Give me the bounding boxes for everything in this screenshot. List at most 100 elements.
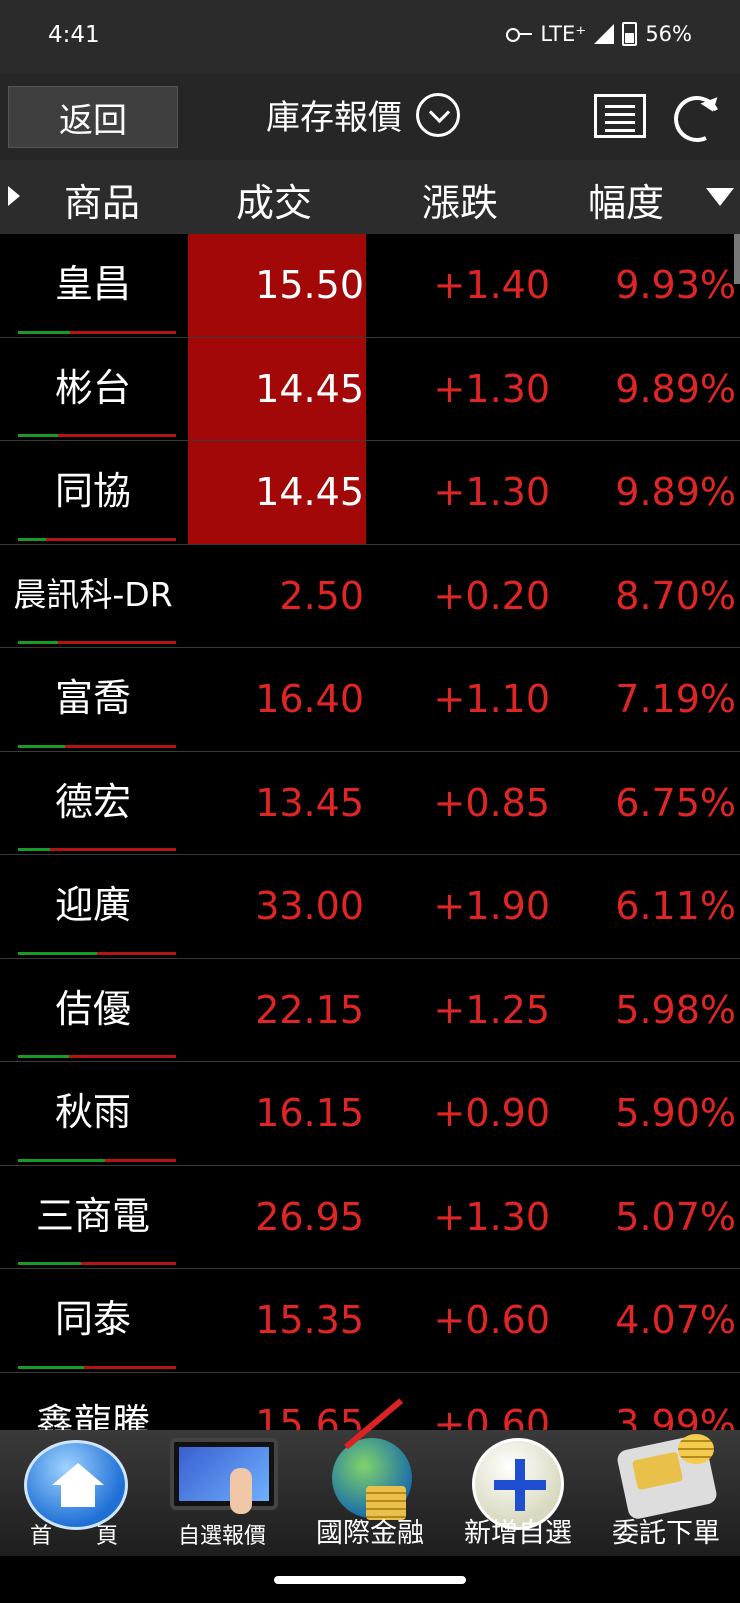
table-row[interactable]: 富喬 16.40 +1.10 7.19% — [0, 648, 740, 752]
price-cell: 15.65 — [255, 1401, 364, 1430]
column-header: 商品 成交 漲跌 幅度 — [0, 160, 740, 234]
nav-international-finance[interactable]: 國際金融 — [296, 1398, 444, 1556]
stock-name: 三商電 — [35, 1193, 150, 1238]
change-cell: +1.30 — [433, 366, 550, 411]
vpn-key-icon — [506, 27, 533, 42]
expand-left-icon[interactable] — [8, 186, 20, 206]
table-row[interactable]: 晨訊科-DR 2.50 +0.20 8.70% — [0, 545, 740, 648]
title-bar: 返回 庫存報價 — [0, 74, 740, 160]
volume-ratio-bar — [18, 1158, 176, 1162]
price-cell: 33.00 — [255, 884, 364, 929]
nav-label: 新增自選 — [464, 1518, 572, 1549]
price-cell: 16.40 — [255, 677, 364, 722]
price-cell: 2.50 — [279, 573, 364, 618]
change-cell: +0.60 — [433, 1401, 550, 1430]
scrollbar[interactable] — [734, 234, 740, 284]
table-row[interactable]: 皇昌 15.50 +1.40 9.93% — [0, 234, 740, 338]
nav-home[interactable]: 首 頁 — [0, 1430, 148, 1556]
quote-list[interactable]: 皇昌 15.50 +1.40 9.93% 彬台 14.45 +1.30 9.89% 同協 14.4… — [0, 234, 740, 1430]
volume-ratio-bar — [18, 434, 176, 437]
column-header-name[interactable]: 商品 — [64, 172, 140, 227]
price-cell: 15.50 — [188, 234, 366, 337]
battery-level: 56% — [645, 22, 692, 46]
price-cell: 22.15 — [255, 987, 364, 1032]
table-row[interactable]: 同泰 15.35 +0.60 4.07% — [0, 1269, 740, 1373]
change-cell: +1.40 — [433, 263, 550, 308]
stock-name: 彬台 — [54, 365, 131, 410]
nav-label: 自選報價 — [177, 1524, 266, 1549]
status-icons: LTE⁺ 56% — [506, 22, 692, 46]
volume-ratio-bar — [18, 330, 176, 334]
change-cell: +0.90 — [433, 1091, 550, 1136]
percent-cell: 8.70% — [615, 573, 736, 618]
tablet-quote-icon — [170, 1438, 278, 1514]
stock-name: 晨訊科-DR — [13, 575, 173, 615]
stock-name: 德宏 — [54, 779, 131, 824]
back-button[interactable]: 返回 — [8, 86, 178, 148]
change-cell: +1.30 — [433, 470, 550, 515]
nav-watchlist-quote[interactable]: 自選報價 — [148, 1430, 296, 1556]
column-header-percent[interactable]: 幅度 — [588, 172, 664, 227]
status-time: 4:41 — [48, 22, 100, 48]
table-row[interactable]: 佶優 22.15 +1.25 5.98% — [0, 959, 740, 1062]
page-title: 庫存報價 — [266, 98, 402, 138]
stock-name: 皇昌 — [54, 262, 131, 307]
price-cell: 16.15 — [255, 1091, 364, 1136]
table-row[interactable]: 秋雨 16.15 +0.90 5.90% — [0, 1062, 740, 1166]
stock-name: 同協 — [54, 469, 131, 514]
percent-cell: 4.07% — [615, 1298, 736, 1343]
table-row[interactable]: 三商電 26.95 +1.30 5.07% — [0, 1166, 740, 1269]
percent-cell: 5.98% — [615, 987, 736, 1032]
status-bar: 4:41 LTE⁺ 56% — [0, 0, 740, 74]
nav-add-watchlist[interactable]: 新增自選 — [444, 1430, 592, 1556]
price-cell: 14.45 — [188, 337, 366, 440]
change-cell: +0.85 — [433, 780, 550, 825]
list-menu-button[interactable] — [594, 94, 646, 138]
percent-cell: 3.99% — [615, 1401, 736, 1430]
nav-place-order[interactable]: 委託下單 — [592, 1430, 740, 1556]
price-cell: 14.45 — [188, 441, 366, 544]
network-type: LTE⁺ — [540, 22, 587, 46]
stock-name: 鑫龍騰 — [35, 1400, 150, 1430]
change-cell: +1.30 — [433, 1194, 550, 1239]
volume-ratio-bar — [18, 951, 176, 955]
nav-label: 國際金融 — [316, 1518, 424, 1549]
change-cell: +0.60 — [433, 1298, 550, 1343]
sort-desc-icon[interactable] — [706, 188, 734, 206]
chevron-down-icon — [416, 92, 460, 137]
table-row[interactable]: 彬台 14.45 +1.30 9.89% — [0, 337, 740, 441]
table-row[interactable]: 同協 14.45 +1.30 9.89% — [0, 441, 740, 545]
volume-ratio-bar — [18, 537, 176, 541]
price-cell: 26.95 — [255, 1194, 364, 1239]
price-cell: 13.45 — [255, 780, 364, 825]
stock-name: 佶優 — [54, 986, 131, 1031]
percent-cell: 9.89% — [615, 470, 736, 515]
percent-cell: 6.11% — [615, 884, 736, 929]
bottom-nav: 首 頁 自選報價 國際金融 新增自選 委託下單 — [0, 1398, 740, 1556]
price-cell: 15.35 — [255, 1298, 364, 1343]
change-cell: +1.25 — [433, 987, 550, 1032]
table-row[interactable]: 迎廣 33.00 +1.90 6.11% — [0, 855, 740, 959]
change-cell: +1.90 — [433, 884, 550, 929]
title-dropdown[interactable]: 庫存報價 — [266, 90, 460, 139]
stock-name: 富喬 — [54, 676, 131, 721]
volume-ratio-bar — [18, 848, 176, 851]
volume-ratio-bar — [18, 744, 176, 748]
column-header-change[interactable]: 漲跌 — [422, 172, 498, 227]
signal-icon — [594, 24, 615, 44]
percent-cell: 5.90% — [615, 1091, 736, 1136]
nav-label: 首 頁 — [29, 1524, 118, 1549]
volume-ratio-bar — [18, 1055, 176, 1058]
stock-name: 同泰 — [54, 1297, 131, 1342]
refresh-button[interactable] — [667, 89, 727, 149]
nav-label: 委託下單 — [612, 1518, 720, 1549]
volume-ratio-bar — [18, 1365, 176, 1369]
column-header-price[interactable]: 成交 — [236, 172, 312, 227]
percent-cell: 9.89% — [615, 366, 736, 411]
home-indicator[interactable] — [274, 1576, 466, 1584]
home-icon — [24, 1440, 128, 1530]
stock-name: 秋雨 — [54, 1090, 131, 1135]
volume-ratio-bar — [18, 1262, 176, 1265]
table-row[interactable]: 德宏 13.45 +0.85 6.75% — [0, 752, 740, 855]
battery-icon — [622, 22, 638, 46]
